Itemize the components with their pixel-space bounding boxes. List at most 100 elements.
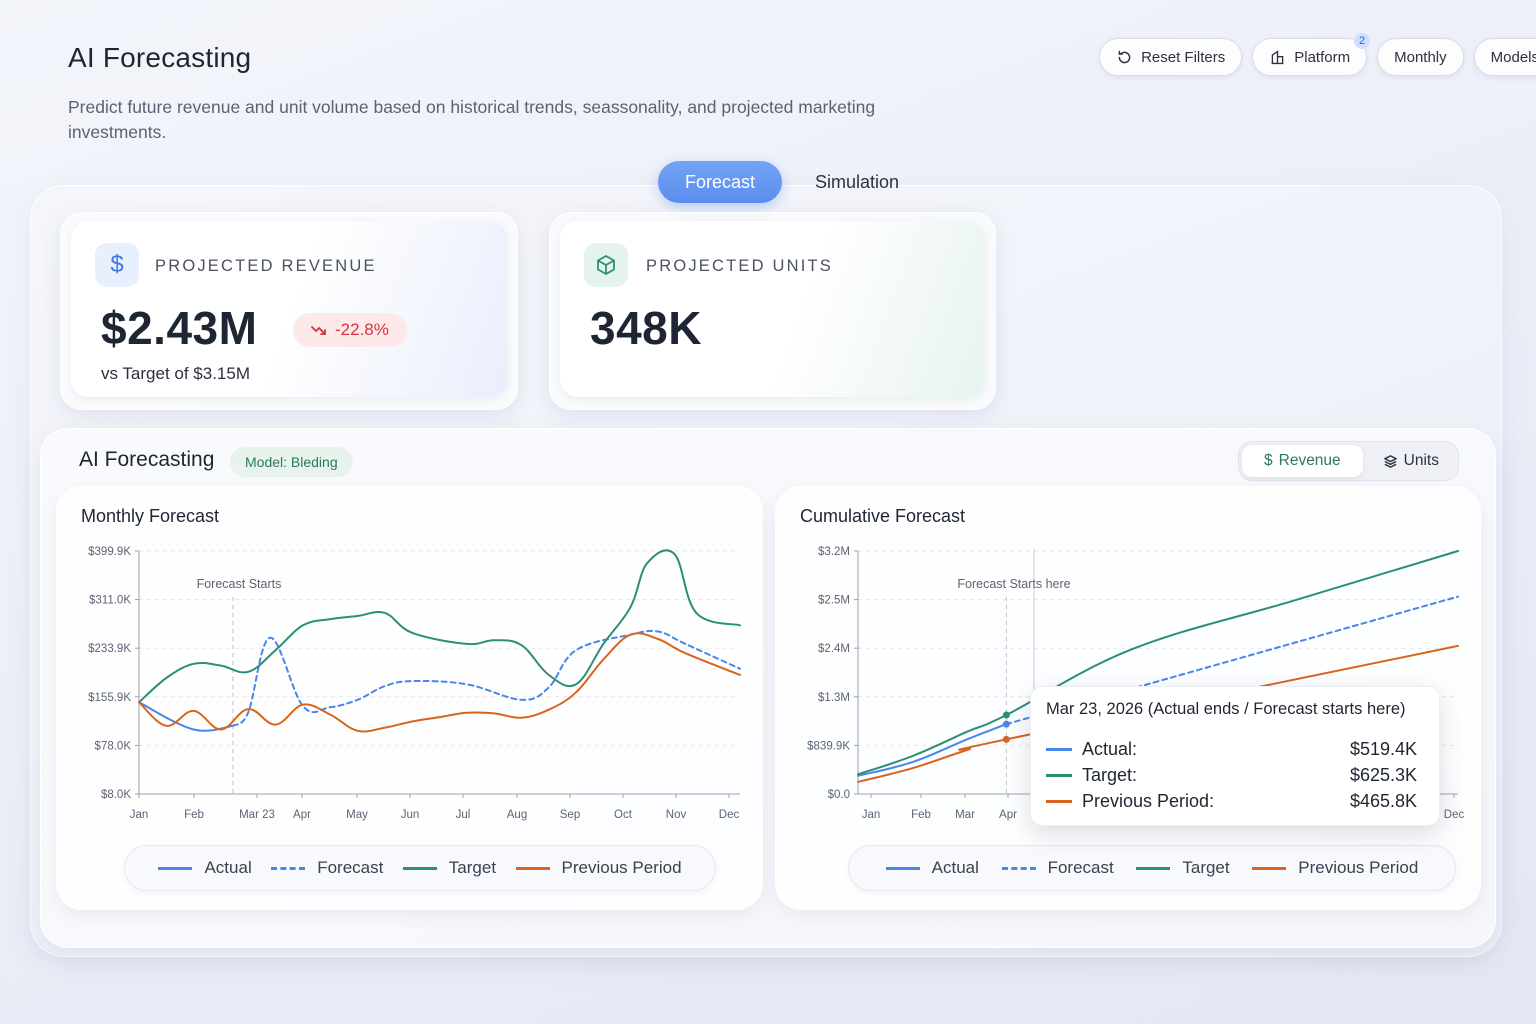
- tooltip-label: Actual:: [1082, 739, 1138, 759]
- y-tick-label: $78.0K: [95, 740, 132, 752]
- legend-previous[interactable]: Previous Period: [1252, 858, 1418, 878]
- kpi-label: PROJECTED UNITS: [646, 257, 834, 275]
- y-tick-label: $3.2M: [818, 546, 850, 558]
- forecast-start-label: Forecast Starts: [197, 577, 282, 591]
- tooltip-title: Mar 23, 2026 (Actual ends / Forecast sta…: [1046, 700, 1406, 718]
- y-tick-label: $2.4M: [818, 643, 850, 655]
- previous-swatch: [515, 866, 550, 870]
- tab-forecast[interactable]: Forecast: [658, 161, 783, 203]
- chart-tooltip: Mar 23, 2026 (Actual ends / Forecast sta…: [1030, 686, 1440, 826]
- reset-icon: [1118, 50, 1131, 63]
- view-tabs: Forecast Simulation: [658, 161, 926, 203]
- x-tick-label: Apr: [999, 809, 1017, 821]
- kpi-label: PROJECTED REVENUE: [155, 257, 377, 275]
- legend-label: Forecast: [317, 858, 384, 877]
- legend-label: Actual: [931, 858, 979, 877]
- y-tick-label: $839.9K: [807, 740, 850, 752]
- hover-point: [1002, 711, 1010, 719]
- x-tick-label: Aug: [507, 809, 527, 821]
- models-filter-button[interactable]: Models: [1473, 38, 1536, 76]
- y-tick-label: $8.0K: [101, 789, 131, 801]
- previous-swatch: [1252, 866, 1287, 870]
- chart-legend: Actual Forecast Target Previous Period: [848, 845, 1456, 891]
- x-tick-label: Dec: [719, 809, 740, 821]
- legend-label: Actual: [204, 858, 252, 877]
- tooltip-row-actual: Actual: $519.4K: [1046, 739, 1417, 760]
- monthly-forecast-card: Monthly Forecast $399.9K $311.0K $233.9K $1…: [56, 486, 763, 910]
- y-tick-label: $233.9K: [88, 643, 131, 655]
- chart-legend: Actual Forecast Target Previous Period: [124, 845, 716, 891]
- actual-swatch: [158, 866, 193, 870]
- revenue-toggle-label: Revenue: [1278, 452, 1341, 469]
- models-filter-label: Models: [1490, 48, 1536, 66]
- series-target: [138, 549, 741, 704]
- units-toggle-label: Units: [1403, 452, 1439, 469]
- y-tick-label: $0.0: [828, 789, 850, 801]
- revenue-toggle-button[interactable]: $ Revenue: [1242, 445, 1363, 477]
- x-tick-label: Jan: [130, 809, 149, 821]
- delta-value: -22.8%: [335, 320, 389, 339]
- legend-forecast[interactable]: Forecast: [271, 858, 383, 878]
- y-tick-label: $155.9K: [88, 692, 131, 704]
- reset-filters-button[interactable]: Reset Filters: [1099, 38, 1243, 76]
- legend-target[interactable]: Target: [1136, 858, 1230, 878]
- x-tick-label: Oct: [614, 809, 633, 821]
- platform-count-badge: 2: [1354, 33, 1371, 49]
- tab-simulation[interactable]: Simulation: [782, 161, 926, 203]
- metric-toggle: $ Revenue Units: [1238, 441, 1459, 481]
- forecast-start-label: Forecast Starts here: [957, 577, 1070, 591]
- dollar-icon: $: [1264, 452, 1273, 469]
- legend-forecast[interactable]: Forecast: [1001, 858, 1114, 878]
- model-badge: Model: Bleding: [230, 447, 353, 477]
- box-icon: [584, 243, 628, 287]
- platform-filter-label: Platform: [1294, 48, 1351, 66]
- projected-revenue-card: $ PROJECTED REVENUE $2.43M -22.8% vs Tar…: [60, 212, 518, 410]
- kpi-value: $2.43M: [101, 302, 258, 354]
- x-tick-label: Feb: [184, 809, 204, 821]
- tooltip-row-target: Target: $625.3K: [1046, 765, 1417, 786]
- legend-actual[interactable]: Actual: [158, 858, 252, 878]
- actual-swatch: [885, 866, 920, 870]
- y-tick-label: $2.5M: [818, 595, 850, 607]
- legend-previous[interactable]: Previous Period: [515, 858, 682, 878]
- x-tick-label: May: [346, 809, 368, 821]
- tooltip-value: $625.3K: [1349, 765, 1417, 785]
- panel-title: AI Forecasting: [79, 448, 215, 471]
- legend-actual[interactable]: Actual: [885, 858, 979, 878]
- x-tick-label: Sep: [560, 809, 580, 821]
- x-tick-label: Dec: [1444, 809, 1465, 821]
- x-tick-label: Jun: [401, 809, 420, 821]
- units-toggle-button[interactable]: Units: [1367, 445, 1455, 477]
- y-tick-label: $399.9K: [88, 546, 131, 558]
- projected-units-card: PROJECTED UNITS 348K: [549, 212, 996, 410]
- forecast-swatch: [1001, 866, 1036, 870]
- legend-label: Forecast: [1047, 858, 1114, 877]
- hover-point: [1002, 735, 1010, 743]
- x-tick-label: Feb: [911, 809, 931, 821]
- legend-target[interactable]: Target: [402, 858, 497, 878]
- legend-label: Target: [448, 858, 497, 877]
- tooltip-value: $519.4K: [1349, 739, 1417, 759]
- x-tick-label: Jul: [456, 809, 471, 821]
- y-tick-label: $1.3M: [818, 692, 850, 704]
- trend-down-icon: [311, 326, 326, 335]
- target-swatch: [402, 866, 437, 870]
- tooltip-label: Target:: [1082, 765, 1138, 785]
- legend-label: Previous Period: [561, 858, 682, 877]
- tooltip-value: $465.8K: [1349, 791, 1417, 811]
- kpi-subtitle: vs Target of $3.15M: [101, 364, 250, 383]
- platform-filter-button[interactable]: Platform 2: [1252, 33, 1371, 76]
- page-description: Predict future revenue and unit volume b…: [68, 97, 876, 142]
- delta-badge: -22.8%: [293, 313, 407, 347]
- page-title: AI Forecasting: [68, 42, 252, 73]
- x-tick-label: Nov: [666, 809, 687, 821]
- target-swatch: [1136, 866, 1171, 870]
- x-tick-label: Apr: [293, 809, 311, 821]
- monthly-filter-button[interactable]: Monthly: [1377, 38, 1464, 76]
- kpi-value: 348K: [590, 302, 702, 354]
- reset-filters-label: Reset Filters: [1141, 48, 1226, 66]
- x-tick-label: Mar: [955, 809, 975, 821]
- forecast-swatch: [271, 866, 306, 870]
- y-tick-label: $311.0K: [89, 595, 131, 607]
- x-tick-label: Jan: [862, 809, 881, 821]
